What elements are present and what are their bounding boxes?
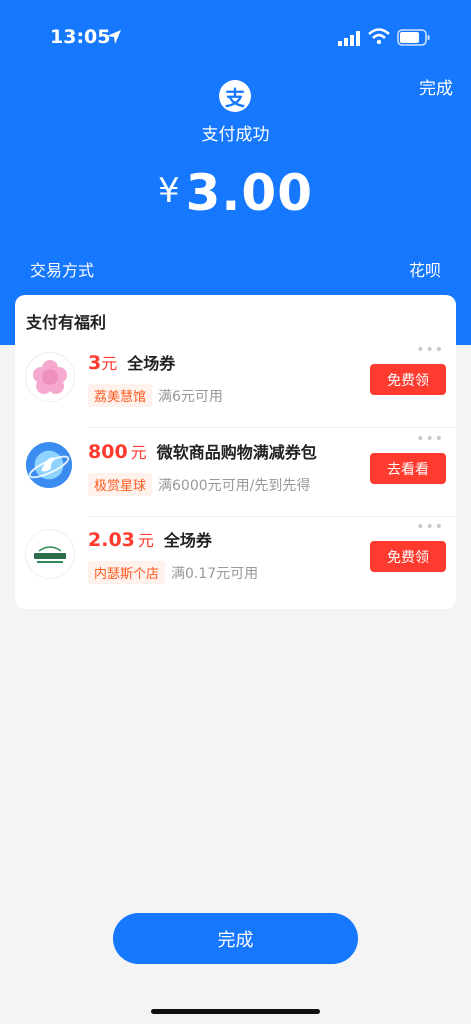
offer-description: 全场券: [127, 354, 176, 373]
offer-unit: 元: [130, 443, 147, 462]
more-dots-icon[interactable]: •••: [416, 342, 444, 358]
benefits-card: 支付有福利 ••• 3元 全场券 荔美慧馆 满6元可用 免费领 ••• 800 …: [15, 295, 456, 609]
shop-tag: 荔美慧馆: [88, 384, 153, 407]
done-button[interactable]: 完成: [113, 913, 358, 964]
planet-logo-icon: [25, 441, 73, 489]
status-time: 13:05: [50, 26, 111, 48]
offer-description: 微软商品购物满减券包: [156, 443, 317, 462]
more-dots-icon[interactable]: •••: [416, 431, 444, 447]
payment-success-text: 支付成功: [201, 125, 270, 145]
currency-symbol: ¥: [157, 171, 180, 211]
shop-avatar: [25, 529, 75, 579]
shop-logo-icon: [34, 546, 66, 563]
transaction-method-label: 交易方式: [30, 261, 95, 280]
offer-description: 全场券: [163, 531, 212, 550]
location-arrow-icon: [107, 30, 121, 44]
shop-avatar: [25, 441, 73, 489]
offer-item: ••• 800 元微软商品购物满减券包 极赏星球 满6000元可用/先到先得 去看看: [15, 429, 456, 517]
status-bar: 13:05: [0, 0, 471, 70]
view-button[interactable]: 去看看: [370, 453, 446, 484]
offer-unit: 元: [101, 354, 118, 373]
offer-details: 内瑟斯个店 满0.17元可用: [88, 561, 258, 584]
offer-headline: 3元 全场券: [88, 350, 175, 374]
offer-amount: 2.03: [88, 529, 135, 551]
flower-logo-icon: [33, 360, 67, 394]
offer-condition: 满6000元可用/先到先得: [158, 478, 311, 494]
signal-icon: [338, 31, 360, 46]
offer-condition: 满6元可用: [158, 389, 223, 405]
offer-headline: 2.03 元全场券: [88, 527, 212, 551]
offer-item: ••• 3元 全场券 荔美慧馆 满6元可用 免费领: [15, 340, 456, 428]
shop-tag: 内瑟斯个店: [88, 561, 166, 584]
payment-amount: ¥3.00: [0, 164, 471, 222]
amount-value: 3.00: [185, 164, 313, 222]
battery-icon: [397, 29, 430, 46]
divider: [88, 427, 456, 428]
more-dots-icon[interactable]: •••: [416, 519, 444, 535]
claim-button[interactable]: 免费领: [370, 541, 446, 572]
benefits-title: 支付有福利: [26, 313, 107, 332]
offer-condition: 满0.17元可用: [171, 566, 259, 582]
offer-amount: 3: [88, 352, 102, 374]
wifi-icon: [368, 28, 390, 45]
offer-unit: 元: [137, 531, 154, 550]
alipay-logo-icon: 支: [219, 80, 251, 112]
offer-amount: 800: [88, 441, 128, 463]
claim-button[interactable]: 免费领: [370, 364, 446, 395]
transaction-method-value: 花呗: [408, 261, 441, 280]
shop-tag: 极赏星球: [88, 473, 153, 496]
offer-details: 极赏星球 满6000元可用/先到先得: [88, 473, 310, 496]
offer-headline: 800 元微软商品购物满减券包: [88, 439, 317, 463]
offer-item: ••• 2.03 元全场券 内瑟斯个店 满0.17元可用 免费领: [15, 517, 456, 605]
home-indicator: [151, 1009, 320, 1014]
offer-details: 荔美慧馆 满6元可用: [88, 384, 223, 407]
done-button-top[interactable]: 完成: [419, 74, 453, 99]
shop-avatar: [25, 352, 75, 402]
